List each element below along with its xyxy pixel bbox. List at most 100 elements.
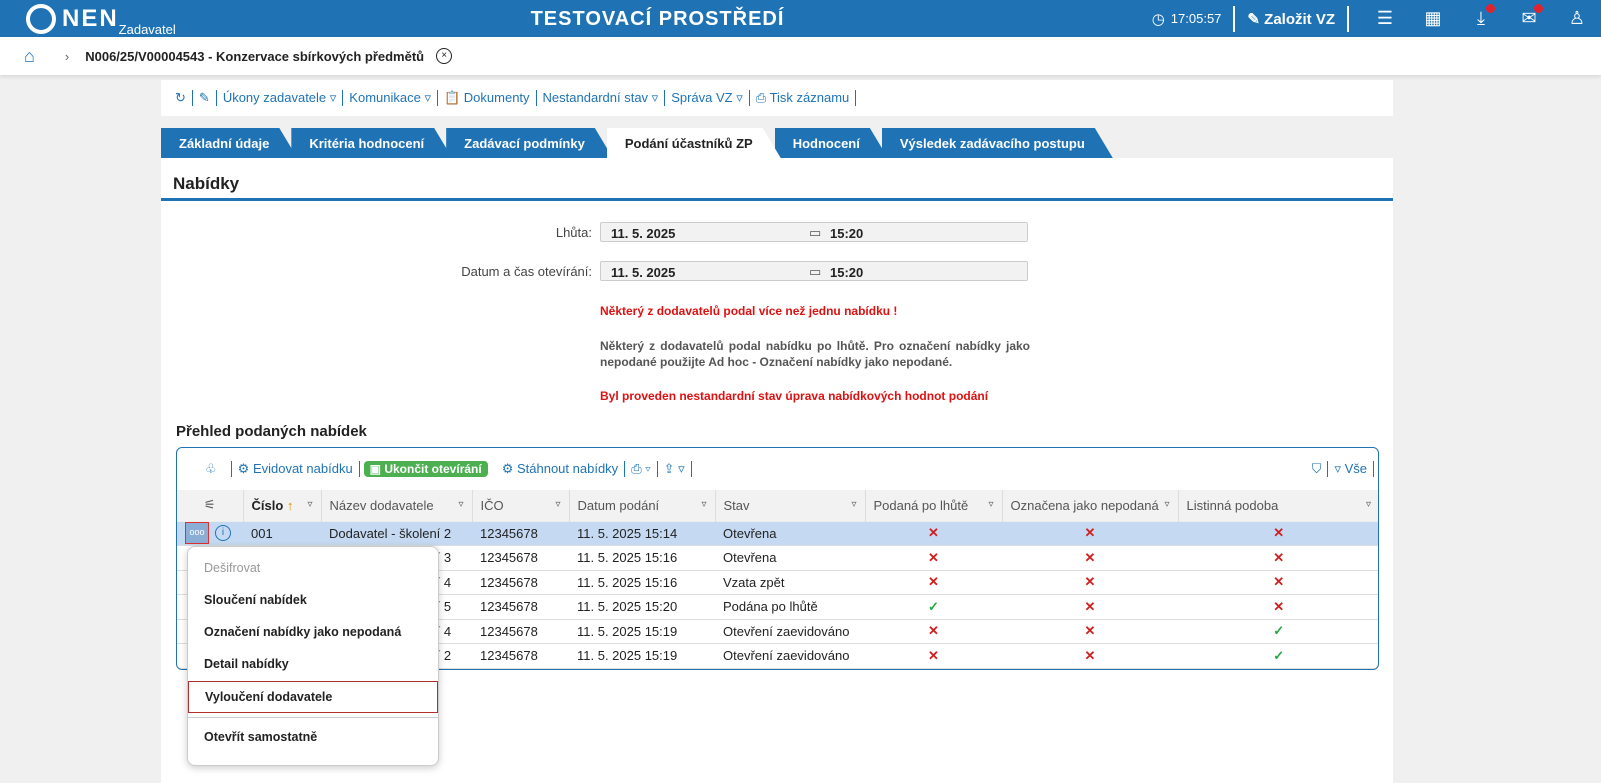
breadcrumb: ⌂ › N006/25/V00004543 - Konzervace sbírk… bbox=[0, 37, 1601, 75]
filter-icon[interactable]: ⛉ bbox=[1306, 461, 1329, 477]
menu-detail[interactable]: Detail nabídky bbox=[188, 649, 438, 681]
environment-title: TESTOVACÍ PROSTŘEDÍ bbox=[530, 8, 785, 30]
po-lhute-cell: ✕ bbox=[865, 545, 1002, 571]
calendar-icon[interactable]: ▦ bbox=[1409, 8, 1457, 29]
check-icon: ✓ bbox=[928, 598, 939, 614]
toolbar-sprava-vz[interactable]: Správa VZ ▿ bbox=[665, 90, 750, 106]
menu-divider bbox=[188, 717, 438, 718]
menu-oznaceni-nepodana[interactable]: Označení nabídky jako nepodaná bbox=[188, 617, 438, 649]
toolbar-nestandardni-stav[interactable]: Nestandardní stav ▿ bbox=[537, 90, 666, 106]
stav-cell: Vzata zpět bbox=[715, 569, 865, 595]
nepodana-cell: ✕ bbox=[1002, 545, 1178, 571]
calendar-icon: ▭ bbox=[809, 225, 822, 240]
tab-hodnoceni[interactable]: Hodnocení bbox=[775, 128, 888, 158]
export-icon[interactable]: ⇪ ▿ bbox=[658, 461, 692, 477]
col-stav[interactable]: Stav ▿ bbox=[715, 490, 866, 521]
print-icon[interactable]: ⎙ ▿ bbox=[625, 461, 658, 477]
tab-bar: Základní údaje Kritéria hodnocení Zadáva… bbox=[161, 128, 1107, 158]
stav-cell: Otevření zaevidováno bbox=[715, 618, 865, 644]
menu-vylouceni[interactable]: Vyloučení dodavatele bbox=[188, 681, 438, 713]
col-listinna[interactable]: Listinná podoba ▿ bbox=[1178, 490, 1378, 521]
more-icon[interactable]: ooo bbox=[185, 522, 209, 545]
info-icon[interactable]: i bbox=[215, 525, 231, 542]
cross-icon: ✕ bbox=[1084, 574, 1096, 590]
tab-podani[interactable]: Podání účastníků ZP bbox=[607, 128, 781, 158]
column-settings-icon[interactable]: ⚟ bbox=[177, 490, 244, 521]
toolbar-dokumenty[interactable]: 📋 Dokumenty bbox=[438, 90, 537, 106]
col-ico[interactable]: IČO ▿ bbox=[472, 490, 570, 521]
evidovat-button[interactable]: ⚙ Evidovat nabídku bbox=[232, 461, 360, 477]
row-actions: ooo i bbox=[177, 520, 243, 546]
listinna-cell: ✕ bbox=[1178, 520, 1378, 546]
check-icon: ✓ bbox=[1273, 647, 1285, 663]
close-icon[interactable]: × bbox=[436, 48, 453, 64]
nazev-cell: Dodavatel - školení 2 bbox=[321, 520, 472, 546]
menu-icon[interactable]: ☰ bbox=[1361, 8, 1409, 29]
datum-cell: 11. 5. 2025 15:19 bbox=[569, 643, 715, 669]
print-icon: ⎙ bbox=[755, 90, 767, 105]
col-datum[interactable]: Datum podání ▿ bbox=[569, 490, 716, 521]
col-cislo[interactable]: Číslo ↑ ▿ bbox=[243, 490, 322, 521]
user-icon[interactable]: ♙ bbox=[1553, 8, 1601, 29]
cross-icon: ✕ bbox=[1273, 549, 1285, 565]
warning-multiple-offers: Některý z dodavatelů podal více než jedn… bbox=[600, 304, 898, 318]
ico-cell: 12345678 bbox=[472, 643, 569, 669]
tab-kriteria[interactable]: Kritéria hodnocení bbox=[291, 128, 452, 158]
datum-cell: 11. 5. 2025 15:16 bbox=[569, 569, 715, 595]
ukoncit-otevirani-button[interactable]: ▣ Ukončit otevírání bbox=[363, 461, 488, 477]
datum-cell: 11. 5. 2025 15:16 bbox=[569, 545, 715, 571]
create-vz-button[interactable]: ✎ Založit VZ bbox=[1247, 10, 1335, 28]
action-toolbar: ↻ ✎ Úkony zadavatele ▿ Komunikace ▿ 📋 Do… bbox=[161, 80, 1393, 116]
home-icon[interactable]: ⌂ bbox=[24, 46, 35, 67]
menu-otevrit-samostatne[interactable]: Otevřít samostatně bbox=[188, 722, 438, 754]
nepodana-cell: ✕ bbox=[1002, 569, 1178, 595]
cross-icon: ✕ bbox=[928, 623, 939, 639]
col-po-lhute[interactable]: Podaná po lhůtě ▿ bbox=[865, 490, 1003, 521]
clock-icon: ◷ bbox=[1151, 10, 1165, 28]
session-time: 17:05:57 bbox=[1170, 11, 1222, 26]
cross-icon: ✕ bbox=[928, 525, 939, 541]
calendar-icon: ▭ bbox=[809, 264, 822, 279]
stahnout-button[interactable]: ⚙ Stáhnout nabídky bbox=[496, 461, 626, 477]
stav-cell: Otevřena bbox=[715, 545, 865, 571]
col-nepodana[interactable]: Označena jako nepodaná ▿ bbox=[1002, 490, 1179, 521]
grid-title: Přehled podaných nabídek bbox=[176, 423, 367, 440]
stav-cell: Otevření zaevidováno bbox=[715, 643, 865, 669]
tab-vysledek[interactable]: Výsledek zadávacího postupu bbox=[882, 128, 1113, 158]
cross-icon: ✕ bbox=[1084, 623, 1096, 639]
edit-icon[interactable]: ✎ bbox=[193, 90, 217, 106]
tab-zadavaci-podminky[interactable]: Zadávací podmínky bbox=[446, 128, 613, 158]
stav-cell: Podána po lhůtě bbox=[715, 594, 865, 620]
tab-zakladni-udaje[interactable]: Základní údaje bbox=[161, 128, 297, 158]
menu-desifrovat: Dešifrovat bbox=[204, 561, 261, 575]
warning-nonstandard: Byl proveden nestandardní stav úprava na… bbox=[600, 389, 989, 403]
warning-late-offer: Některý z dodavatelů podal nabídku po lh… bbox=[600, 339, 1030, 369]
refresh-icon[interactable]: ↻ bbox=[169, 90, 193, 106]
stav-cell: Otevřena bbox=[715, 520, 865, 546]
menu-slouceni[interactable]: Sloučení nabídek bbox=[188, 585, 438, 617]
toolbar-ukony[interactable]: Úkony zadavatele ▿ bbox=[217, 90, 344, 106]
download-icon[interactable]: ⤓ bbox=[1457, 4, 1505, 29]
cislo-cell: 001 bbox=[243, 520, 321, 546]
cross-icon: ✕ bbox=[1084, 598, 1096, 614]
col-nazev[interactable]: Název dodavatele ▿ bbox=[321, 490, 473, 521]
toolbar-komunikace[interactable]: Komunikace ▿ bbox=[343, 90, 438, 106]
breadcrumb-title[interactable]: N006/25/V00004543 - Konzervace sbírkovýc… bbox=[85, 49, 424, 64]
cross-icon: ✕ bbox=[1273, 574, 1285, 590]
mail-icon[interactable]: ✉ bbox=[1505, 4, 1553, 29]
award-icon[interactable]: ♧ bbox=[199, 461, 232, 477]
po-lhute-cell: ✕ bbox=[865, 643, 1002, 669]
clipboard-icon: 📋 bbox=[443, 90, 461, 105]
filter-all[interactable]: ▿ Vše bbox=[1328, 461, 1374, 477]
lhuta-field[interactable]: 11. 5. 2025 ▭ 15:20 bbox=[600, 222, 1028, 242]
cross-icon: ✕ bbox=[1273, 525, 1285, 541]
ico-cell: 12345678 bbox=[472, 545, 569, 571]
otevirani-field[interactable]: 11. 5. 2025 ▭ 15:20 bbox=[600, 261, 1028, 281]
listinna-cell: ✕ bbox=[1178, 545, 1378, 571]
po-lhute-cell: ✓ bbox=[865, 594, 1002, 620]
ico-cell: 12345678 bbox=[472, 594, 569, 620]
toolbar-tisk[interactable]: ⎙ Tisk záznamu bbox=[750, 90, 857, 106]
table-row[interactable]: ooo i 001 Dodavatel - školení 2 12345678 … bbox=[177, 520, 1378, 546]
po-lhute-cell: ✕ bbox=[865, 569, 1002, 595]
cross-icon: ✕ bbox=[1084, 525, 1096, 541]
